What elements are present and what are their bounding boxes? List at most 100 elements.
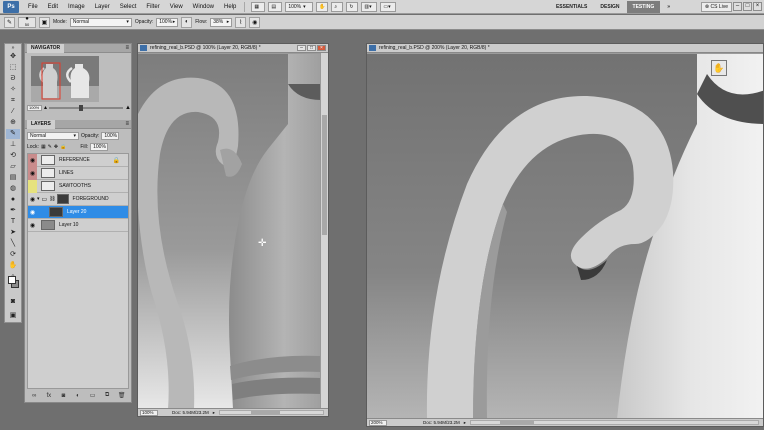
menu-edit[interactable]: Edit	[43, 0, 63, 14]
zoom-level-select[interactable]: 100% ▾	[285, 1, 314, 12]
add-mask-icon[interactable]: ◙	[59, 393, 68, 399]
menu-image[interactable]: Image	[63, 0, 90, 14]
layer-row-lines[interactable]: ◉ LINES	[28, 166, 128, 180]
screen-mode-icon[interactable]: ▭▾	[380, 1, 397, 12]
fill-input[interactable]: 100%	[90, 142, 109, 151]
marquee-tool-icon[interactable]: ⬚	[6, 63, 20, 73]
zoom-tool-icon[interactable]: ⌕	[331, 1, 344, 12]
eye-hidden-icon[interactable]	[28, 179, 37, 193]
layer-row-layer-20[interactable]: ◉ Layer 20	[28, 206, 128, 219]
menu-select[interactable]: Select	[115, 0, 142, 14]
vertical-scrollbar[interactable]	[320, 53, 328, 408]
layer-row-sawtooths[interactable]: SAWTOOTHS	[28, 179, 128, 193]
more-workspaces-icon[interactable]: »	[661, 1, 676, 13]
flow-input[interactable]: 38% ▸	[210, 17, 233, 27]
pen-tool-icon[interactable]: ✒	[6, 206, 20, 216]
collapse-icon[interactable]: »	[6, 45, 20, 51]
document-title-bar[interactable]: refining_real_b.PSD @ 100% (Layer 20, RG…	[138, 44, 328, 53]
navigator-zoom-input[interactable]: 100%	[27, 104, 42, 111]
cs-live-button[interactable]: ⊗ CS Live	[700, 2, 732, 12]
document-title-bar[interactable]: refining_real_b.PSD @ 200% (Layer 20, RG…	[367, 44, 763, 53]
document-canvas[interactable]	[367, 54, 763, 419]
opacity-input[interactable]: 100% ▸	[156, 17, 179, 27]
history-brush-tool-icon[interactable]: ⟲	[6, 151, 20, 161]
horizontal-scrollbar[interactable]	[470, 420, 759, 425]
airbrush-icon[interactable]: ⌇	[235, 16, 247, 28]
close-button[interactable]: ×	[317, 45, 326, 51]
arrange-documents-icon[interactable]: ▥▾	[361, 1, 378, 12]
document-canvas[interactable]	[138, 54, 321, 409]
menu-layer[interactable]: Layer	[90, 0, 115, 14]
brush-panel-toggle-icon[interactable]: ▣	[39, 16, 50, 28]
bridge-icon[interactable]: ▦	[251, 1, 266, 12]
document-zoom-input[interactable]: 200%	[369, 419, 387, 426]
eye-icon[interactable]: ◉	[28, 219, 37, 232]
lasso-tool-icon[interactable]: ᘐ	[6, 74, 20, 84]
lock-position-icon[interactable]: ✥	[54, 144, 58, 150]
panel-menu-icon[interactable]: ≡	[125, 120, 129, 129]
adjustment-layer-icon[interactable]: ◐	[73, 393, 82, 399]
hand-icon[interactable]: ✋	[316, 1, 329, 12]
lock-transparent-icon[interactable]: ▦	[41, 144, 46, 150]
menu-window[interactable]: Window	[188, 0, 219, 14]
clone-stamp-tool-icon[interactable]: ⊥	[6, 140, 20, 150]
quick-mask-icon[interactable]: ◙	[6, 297, 20, 307]
layer-style-icon[interactable]: fx	[44, 393, 53, 399]
document-zoom-input[interactable]: 100%	[140, 409, 158, 416]
menu-view[interactable]: View	[165, 0, 188, 14]
scrollbar-thumb[interactable]	[499, 421, 535, 424]
new-layer-icon[interactable]: ⧉	[103, 392, 112, 399]
chevron-right-icon[interactable]: ▸	[213, 410, 215, 416]
link-layers-icon[interactable]: ∞	[30, 393, 39, 399]
menu-help[interactable]: Help	[219, 0, 241, 14]
navigator-tab[interactable]: NAVIGATOR	[27, 44, 65, 53]
zoom-out-icon[interactable]: ▴	[44, 104, 47, 111]
blur-tool-icon[interactable]: ◍	[6, 184, 20, 194]
eye-icon[interactable]: ◉	[28, 153, 37, 167]
healing-brush-tool-icon[interactable]: ⊕	[6, 118, 20, 128]
expand-triangle-icon[interactable]: ▾	[37, 196, 40, 202]
layer-opacity-input[interactable]: 100%	[101, 131, 120, 140]
minimize-button[interactable]: –	[297, 45, 306, 51]
path-selection-tool-icon[interactable]: ➤	[6, 228, 20, 238]
scrollbar-thumb[interactable]	[322, 115, 327, 235]
maximize-button[interactable]: □	[743, 2, 752, 11]
workspace-essentials[interactable]: ESSENTIALS	[550, 1, 593, 13]
chevron-right-icon[interactable]: ▸	[464, 420, 466, 426]
brush-tool-icon[interactable]: ✎	[6, 129, 20, 139]
eye-icon[interactable]: ◉	[28, 206, 37, 219]
navigator-thumbnail[interactable]	[31, 56, 99, 102]
brush-tool-preset-icon[interactable]: ✎	[4, 16, 15, 28]
3d-rotate-tool-icon[interactable]: ⟳	[6, 250, 20, 260]
workspace-testing[interactable]: TESTING	[626, 1, 661, 13]
move-tool-icon[interactable]: ✥	[6, 52, 20, 62]
gradient-tool-icon[interactable]: ▤	[6, 173, 20, 183]
menu-filter[interactable]: Filter	[141, 0, 164, 14]
eye-icon[interactable]: ◉	[28, 166, 37, 180]
layer-row-reference[interactable]: ◉ REFERENCE 🔒	[28, 153, 128, 167]
layers-tab[interactable]: LAYERS	[27, 120, 55, 129]
minimize-button[interactable]: –	[733, 2, 742, 11]
foreground-color-swatch[interactable]	[8, 276, 16, 284]
eye-icon[interactable]: ◉	[28, 193, 37, 206]
hand-tool-float-icon[interactable]: ✋	[711, 60, 727, 76]
slider-knob[interactable]	[78, 104, 83, 111]
close-button[interactable]: ×	[753, 2, 762, 11]
layer-group-foreground[interactable]: ◉ ▾ ▭ ⛓ FOREGROUND	[28, 193, 128, 206]
scrollbar-thumb[interactable]	[250, 411, 280, 414]
type-tool-icon[interactable]: T	[6, 217, 20, 227]
menu-file[interactable]: File	[23, 0, 43, 14]
lock-all-icon[interactable]: 🔒	[60, 144, 66, 150]
screen-mode-icon[interactable]: ▣	[6, 311, 20, 321]
maximize-button[interactable]: □	[307, 45, 316, 51]
horizontal-scrollbar[interactable]	[219, 410, 324, 415]
quick-selection-tool-icon[interactable]: ✧	[6, 85, 20, 95]
shape-tool-icon[interactable]: ╲	[6, 239, 20, 249]
panel-menu-icon[interactable]: ≡	[125, 44, 129, 53]
minibridge-icon[interactable]: ▤	[268, 1, 283, 12]
eyedropper-tool-icon[interactable]: ⁄	[6, 107, 20, 117]
eraser-tool-icon[interactable]: ▱	[6, 162, 20, 172]
crop-tool-icon[interactable]: ⌗	[6, 96, 20, 106]
dodge-tool-icon[interactable]: ●	[6, 195, 20, 205]
pressure-size-icon[interactable]: ◉	[249, 16, 261, 28]
